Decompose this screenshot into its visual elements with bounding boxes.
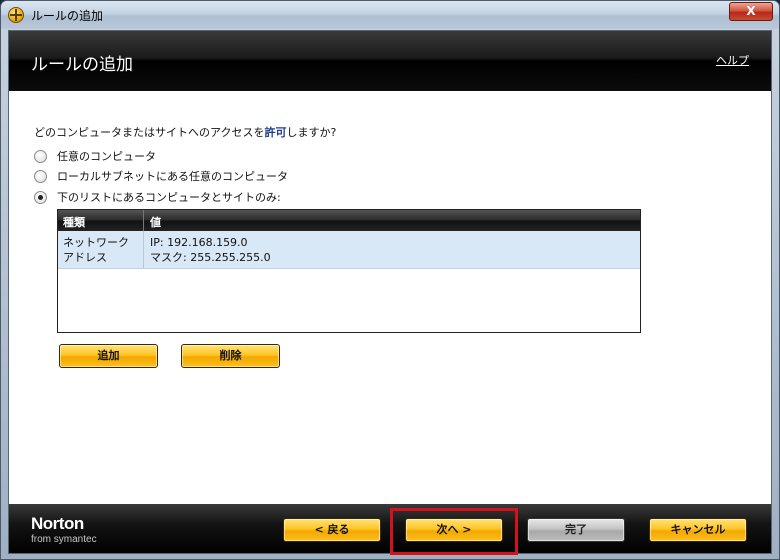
cell-value: IP: 192.168.159.0 マスク: 255.255.255.0 [144,231,640,268]
cell-type: ネットワークアドレス [58,231,144,268]
radio-label: ローカルサブネットにある任意のコンピュータ [57,170,288,183]
window-title: ルールの追加 [31,9,104,23]
radio-option-any-computer[interactable]: 任意のコンピュータ [34,148,156,164]
norton-app-icon [8,7,24,23]
radio-button-checked-icon[interactable] [34,190,47,204]
radio-option-list-only[interactable]: 下のリストにあるコンピュータとサイトのみ: [34,189,281,205]
page-title: ルールの追加 [31,55,133,75]
radio-option-local-subnet[interactable]: ローカルサブネットにある任意のコンピュータ [34,168,288,184]
address-list[interactable]: 種類 値 ネットワークアドレス IP: 192.168.159.0 マスク: 2… [57,209,641,333]
back-button[interactable]: < 戻る [283,518,381,542]
norton-logo-sub: from symantec [31,534,97,545]
cell-value-ip: IP: 192.168.159.0 [150,236,248,249]
finish-button[interactable]: 完了 [527,518,625,542]
question-before: どのコンピュータまたはサイトへのアクセスを [34,126,265,139]
radio-button-icon[interactable] [34,169,47,183]
dialog-window: ルールの追加 X ルールの追加 ヘルプ どのコンピュータまたはサイトへのアクセス… [0,0,780,560]
radio-label: 下のリストにあるコンピュータとサイトのみ: [57,191,281,204]
title-bar[interactable]: ルールの追加 X [1,1,779,29]
radio-button-icon[interactable] [34,149,47,163]
column-header-type[interactable]: 種類 [58,210,144,231]
help-link[interactable]: ヘルプ [716,52,749,68]
list-header: 種類 値 [58,210,640,231]
question-highlight: 許可 [264,126,287,139]
question-after: しますか? [286,126,337,139]
header-banner: ルールの追加 ヘルプ [9,31,771,91]
add-button[interactable]: 追加 [59,344,158,368]
column-header-value[interactable]: 値 [144,210,640,231]
close-button[interactable]: X [729,2,773,21]
norton-logo: Norton [31,514,84,533]
list-row[interactable]: ネットワークアドレス IP: 192.168.159.0 マスク: 255.25… [58,231,640,269]
question-text: どのコンピュータまたはサイトへのアクセスを許可しますか? [34,124,336,140]
cell-value-mask: マスク: 255.255.255.0 [150,251,271,264]
next-button-highlight-frame [390,508,518,555]
client-area: ルールの追加 ヘルプ どのコンピュータまたはサイトへのアクセスを許可しますか? … [8,30,772,555]
cancel-button[interactable]: キャンセル [649,518,747,542]
delete-button[interactable]: 削除 [181,344,280,368]
radio-label: 任意のコンピュータ [57,150,156,163]
